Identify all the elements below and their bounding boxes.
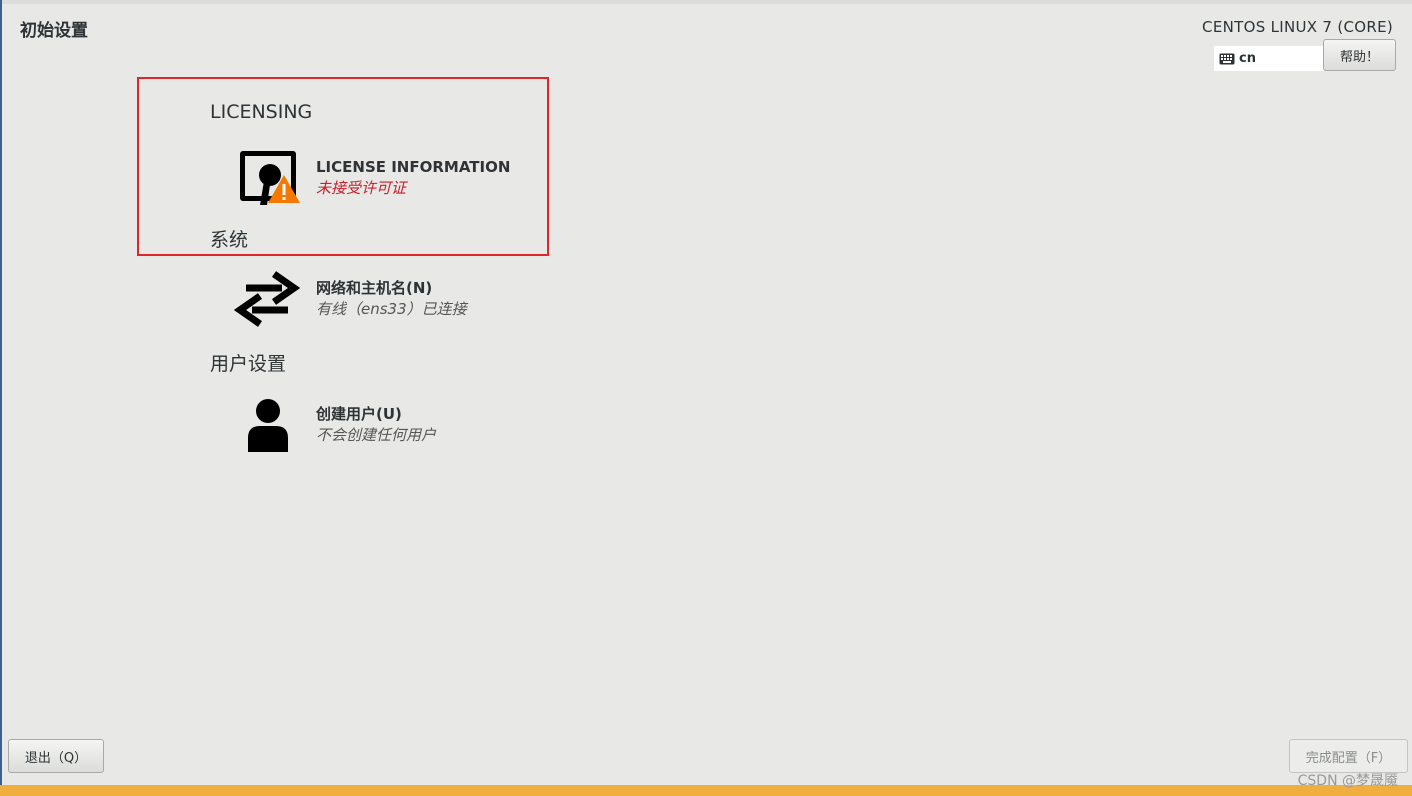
keyboard-layout-indicator[interactable]: cn bbox=[1214, 46, 1324, 71]
spoke-title: 网络和主机名(N) bbox=[316, 279, 433, 297]
quit-button[interactable]: 退出（Q） bbox=[8, 739, 104, 773]
spoke-create-user[interactable]: 创建用户(U) 不会创建任何用户 bbox=[232, 394, 436, 456]
watermark: CSDN @梦晟魇 bbox=[1297, 773, 1398, 789]
spoke-title: LICENSE INFORMATION bbox=[316, 158, 511, 176]
finish-configuration-button[interactable]: 完成配置（F） bbox=[1289, 739, 1408, 773]
spoke-title: 创建用户(U) bbox=[316, 405, 402, 423]
license-warning-icon bbox=[232, 147, 302, 209]
product-name: CENTOS LINUX 7 (CORE) bbox=[1202, 18, 1393, 36]
user-icon bbox=[232, 394, 302, 456]
spoke-license-information[interactable]: LICENSE INFORMATION 未接受许可证 bbox=[232, 147, 510, 209]
keyboard-layout-label: cn bbox=[1239, 51, 1256, 66]
spoke-status: 有线（ens33）已连接 bbox=[316, 300, 467, 318]
spoke-network-hostname[interactable]: 网络和主机名(N) 有线（ens33）已连接 bbox=[232, 268, 467, 330]
warning-bar bbox=[0, 785, 1412, 796]
spoke-status: 未接受许可证 bbox=[316, 179, 407, 197]
section-title-system: 系统 bbox=[210, 229, 249, 251]
section-title-user-settings: 用户设置 bbox=[210, 353, 287, 375]
keyboard-icon bbox=[1219, 53, 1235, 65]
section-title-licensing: LICENSING bbox=[210, 101, 313, 123]
left-edge bbox=[0, 0, 2, 796]
app-title: 初始设置 bbox=[20, 21, 88, 41]
spoke-status: 不会创建任何用户 bbox=[316, 426, 437, 444]
network-arrows-icon bbox=[232, 268, 302, 330]
help-button[interactable]: 帮助！ bbox=[1323, 39, 1396, 71]
top-border bbox=[0, 0, 1412, 4]
